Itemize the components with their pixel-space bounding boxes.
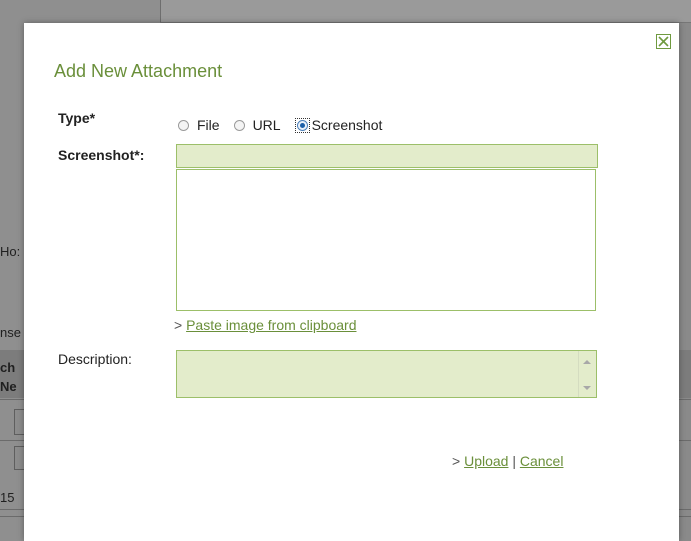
paste-link-row: > Paste image from clipboard: [174, 317, 357, 333]
screenshot-field[interactable]: [176, 144, 598, 168]
type-label: Type*: [58, 110, 96, 126]
scroll-down-arrow-icon[interactable]: [583, 386, 591, 390]
description-textarea[interactable]: [176, 350, 597, 398]
screenshot-paste-area[interactable]: [176, 169, 596, 311]
scroll-up-arrow-icon[interactable]: [583, 360, 591, 364]
cancel-button[interactable]: Cancel: [520, 453, 564, 469]
radio-button-icon[interactable]: [178, 119, 189, 131]
radio-label: File: [197, 117, 220, 133]
description-label: Description:: [58, 351, 132, 367]
screenshot-label: Screenshot*:: [58, 147, 145, 163]
radio-button-icon[interactable]: [233, 119, 245, 131]
background-text-fragment: nse: [0, 325, 21, 340]
actions-separator: |: [512, 453, 516, 469]
type-radio-file[interactable]: File: [178, 117, 220, 133]
type-radio-group: File URL Screenshot: [178, 116, 396, 134]
close-icon: [658, 36, 669, 47]
background-text-fragment: ch: [0, 360, 16, 375]
dialog-title: Add New Attachment: [54, 61, 223, 81]
type-radio-screenshot[interactable]: Screenshot: [294, 117, 383, 133]
radio-button-selected-icon[interactable]: [296, 119, 308, 131]
upload-button[interactable]: Upload: [464, 453, 508, 469]
type-radio-url[interactable]: URL: [233, 117, 281, 133]
background-text-fragment: 15: [0, 490, 15, 505]
background-text-fragment: Ho:: [0, 244, 21, 259]
add-attachment-dialog: Add New Attachment Type* File URL Screen…: [24, 23, 679, 541]
background-text-fragment: Ne: [0, 379, 17, 394]
actions-prefix: >: [452, 453, 461, 469]
focus-ring: [294, 117, 310, 133]
close-button[interactable]: [656, 34, 671, 49]
paste-link-prefix: >: [174, 317, 183, 333]
background-header-bar: [160, 0, 691, 23]
radio-label: Screenshot: [311, 117, 383, 133]
dialog-actions: > Upload | Cancel: [452, 453, 563, 469]
paste-from-clipboard-link[interactable]: Paste image from clipboard: [186, 317, 356, 333]
description-scrollbar[interactable]: [578, 351, 596, 397]
background-divider: [160, 0, 161, 22]
radio-label: URL: [252, 117, 281, 133]
